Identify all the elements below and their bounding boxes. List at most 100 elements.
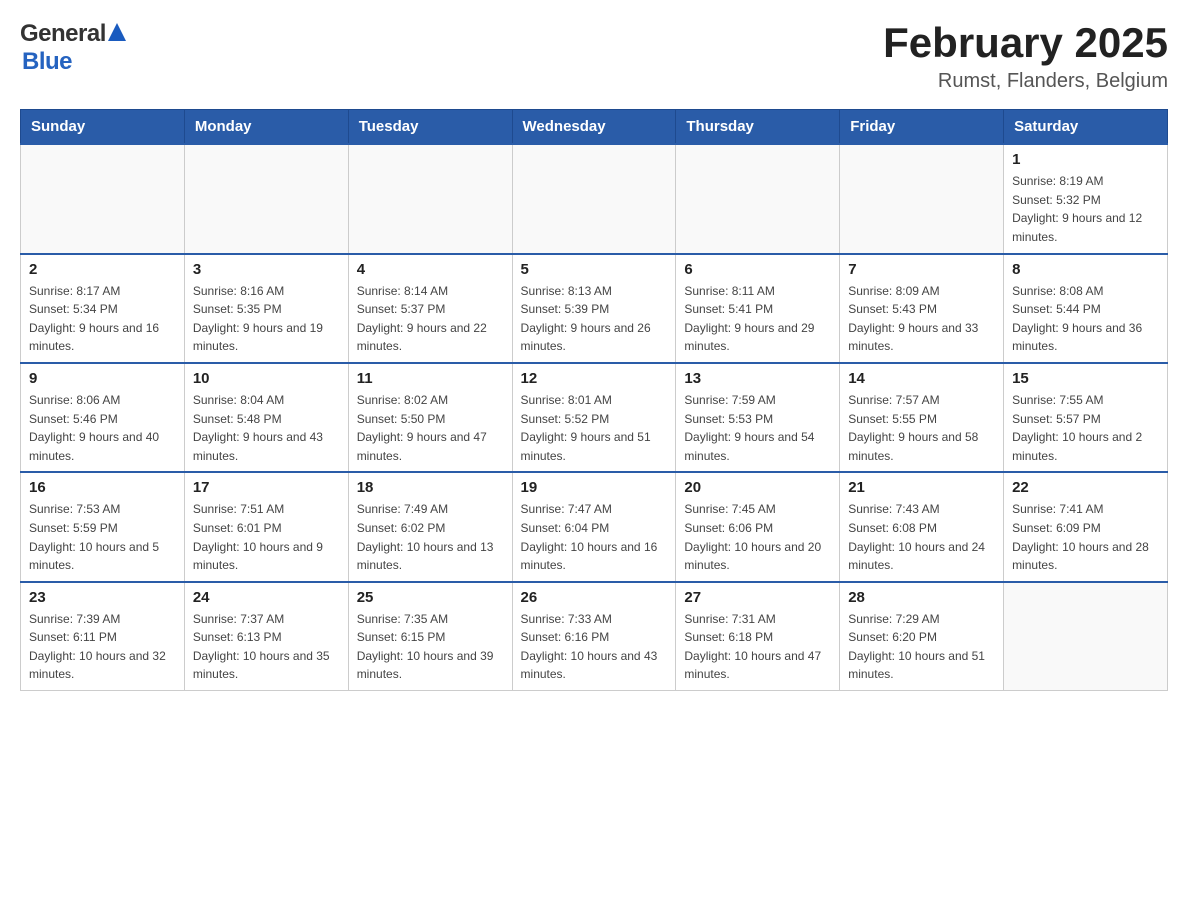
day-of-week-header: Monday [184,110,348,145]
calendar-cell: 18 Sunrise: 7:49 AMSunset: 6:02 PMDayligh… [348,472,512,581]
page-subtitle: Rumst, Flanders, Belgium [883,70,1168,93]
calendar-cell: 22 Sunrise: 7:41 AMSunset: 6:09 PMDayligh… [1004,472,1168,581]
day-number: 7 [848,261,995,278]
calendar-cell: 6 Sunrise: 8:11 AMSunset: 5:41 PMDaylight… [676,254,840,363]
calendar-cell: 15 Sunrise: 7:55 AMSunset: 5:57 PMDayligh… [1004,363,1168,472]
calendar-week-row: 23 Sunrise: 7:39 AMSunset: 6:11 PMDayligh… [21,582,1168,691]
calendar-cell [512,144,676,253]
day-number: 12 [521,370,668,387]
day-number: 11 [357,370,504,387]
day-info: Sunrise: 7:41 AMSunset: 6:09 PMDaylight:… [1012,500,1159,574]
calendar-cell: 16 Sunrise: 7:53 AMSunset: 5:59 PMDayligh… [21,472,185,581]
logo-blue-text: Blue [22,48,72,75]
day-number: 14 [848,370,995,387]
logo: General Blue [20,20,126,76]
day-info: Sunrise: 7:45 AMSunset: 6:06 PMDaylight:… [684,500,831,574]
day-number: 16 [29,479,176,496]
day-of-week-header: Sunday [21,110,185,145]
day-info: Sunrise: 8:01 AMSunset: 5:52 PMDaylight:… [521,391,668,465]
day-info: Sunrise: 7:31 AMSunset: 6:18 PMDaylight:… [684,610,831,684]
day-number: 21 [848,479,995,496]
title-area: February 2025 Rumst, Flanders, Belgium [883,20,1168,93]
day-info: Sunrise: 8:13 AMSunset: 5:39 PMDaylight:… [521,282,668,356]
calendar-cell [348,144,512,253]
day-info: Sunrise: 7:39 AMSunset: 6:11 PMDaylight:… [29,610,176,684]
day-info: Sunrise: 8:14 AMSunset: 5:37 PMDaylight:… [357,282,504,356]
day-number: 3 [193,261,340,278]
calendar-cell: 9 Sunrise: 8:06 AMSunset: 5:46 PMDaylight… [21,363,185,472]
day-number: 28 [848,589,995,606]
day-info: Sunrise: 8:09 AMSunset: 5:43 PMDaylight:… [848,282,995,356]
calendar-cell: 21 Sunrise: 7:43 AMSunset: 6:08 PMDayligh… [840,472,1004,581]
day-number: 23 [29,589,176,606]
day-number: 9 [29,370,176,387]
day-number: 24 [193,589,340,606]
calendar-table: SundayMondayTuesdayWednesdayThursdayFrid… [20,109,1168,691]
day-of-week-header: Wednesday [512,110,676,145]
calendar-cell: 24 Sunrise: 7:37 AMSunset: 6:13 PMDayligh… [184,582,348,691]
day-number: 18 [357,479,504,496]
day-info: Sunrise: 7:47 AMSunset: 6:04 PMDaylight:… [521,500,668,574]
day-info: Sunrise: 7:33 AMSunset: 6:16 PMDaylight:… [521,610,668,684]
calendar-cell: 4 Sunrise: 8:14 AMSunset: 5:37 PMDaylight… [348,254,512,363]
calendar-header: SundayMondayTuesdayWednesdayThursdayFrid… [21,110,1168,145]
day-of-week-header: Thursday [676,110,840,145]
day-info: Sunrise: 7:37 AMSunset: 6:13 PMDaylight:… [193,610,340,684]
calendar-cell: 14 Sunrise: 7:57 AMSunset: 5:55 PMDayligh… [840,363,1004,472]
calendar-cell: 13Sunrise: 7:59 AMSunset: 5:53 PMDayligh… [676,363,840,472]
day-of-week-header: Friday [840,110,1004,145]
calendar-cell: 11 Sunrise: 8:02 AMSunset: 5:50 PMDayligh… [348,363,512,472]
day-of-week-header: Tuesday [348,110,512,145]
day-number: 13 [684,370,831,387]
day-info: Sunrise: 7:43 AMSunset: 6:08 PMDaylight:… [848,500,995,574]
calendar-body: 1 Sunrise: 8:19 AMSunset: 5:32 PMDaylight… [21,144,1168,690]
day-of-week-header: Saturday [1004,110,1168,145]
day-number: 27 [684,589,831,606]
day-info: Sunrise: 8:19 AMSunset: 5:32 PMDaylight:… [1012,172,1159,246]
day-info: Sunrise: 7:35 AMSunset: 6:15 PMDaylight:… [357,610,504,684]
day-info: Sunrise: 7:49 AMSunset: 6:02 PMDaylight:… [357,500,504,574]
calendar-cell: 19Sunrise: 7:47 AMSunset: 6:04 PMDayligh… [512,472,676,581]
day-info: Sunrise: 7:29 AMSunset: 6:20 PMDaylight:… [848,610,995,684]
day-info: Sunrise: 8:06 AMSunset: 5:46 PMDaylight:… [29,391,176,465]
calendar-cell: 12 Sunrise: 8:01 AMSunset: 5:52 PMDayligh… [512,363,676,472]
page-title: February 2025 [883,20,1168,66]
day-number: 1 [1012,151,1159,168]
calendar-cell: 23 Sunrise: 7:39 AMSunset: 6:11 PMDayligh… [21,582,185,691]
day-info: Sunrise: 7:53 AMSunset: 5:59 PMDaylight:… [29,500,176,574]
day-number: 8 [1012,261,1159,278]
calendar-week-row: 9 Sunrise: 8:06 AMSunset: 5:46 PMDaylight… [21,363,1168,472]
day-number: 4 [357,261,504,278]
day-info: Sunrise: 7:51 AMSunset: 6:01 PMDaylight:… [193,500,340,574]
calendar-cell: 17 Sunrise: 7:51 AMSunset: 6:01 PMDayligh… [184,472,348,581]
calendar-week-row: 2 Sunrise: 8:17 AMSunset: 5:34 PMDaylight… [21,254,1168,363]
days-of-week-row: SundayMondayTuesdayWednesdayThursdayFrid… [21,110,1168,145]
calendar-cell: 26 Sunrise: 7:33 AMSunset: 6:16 PMDayligh… [512,582,676,691]
calendar-cell: 2 Sunrise: 8:17 AMSunset: 5:34 PMDaylight… [21,254,185,363]
calendar-week-row: 16 Sunrise: 7:53 AMSunset: 5:59 PMDayligh… [21,472,1168,581]
day-info: Sunrise: 7:55 AMSunset: 5:57 PMDaylight:… [1012,391,1159,465]
day-info: Sunrise: 7:57 AMSunset: 5:55 PMDaylight:… [848,391,995,465]
calendar-cell [21,144,185,253]
day-info: Sunrise: 8:17 AMSunset: 5:34 PMDaylight:… [29,282,176,356]
day-number: 5 [521,261,668,278]
day-number: 2 [29,261,176,278]
day-number: 10 [193,370,340,387]
calendar-cell [840,144,1004,253]
day-number: 20 [684,479,831,496]
calendar-cell: 8Sunrise: 8:08 AMSunset: 5:44 PMDaylight… [1004,254,1168,363]
calendar-cell: 7 Sunrise: 8:09 AMSunset: 5:43 PMDaylight… [840,254,1004,363]
day-number: 15 [1012,370,1159,387]
day-info: Sunrise: 8:11 AMSunset: 5:41 PMDaylight:… [684,282,831,356]
calendar-cell [1004,582,1168,691]
calendar-cell: 10Sunrise: 8:04 AMSunset: 5:48 PMDayligh… [184,363,348,472]
calendar-cell [184,144,348,253]
calendar-cell: 27 Sunrise: 7:31 AMSunset: 6:18 PMDayligh… [676,582,840,691]
day-number: 17 [193,479,340,496]
day-number: 22 [1012,479,1159,496]
day-info: Sunrise: 8:02 AMSunset: 5:50 PMDaylight:… [357,391,504,465]
calendar-cell: 1 Sunrise: 8:19 AMSunset: 5:32 PMDaylight… [1004,144,1168,253]
calendar-cell: 28 Sunrise: 7:29 AMSunset: 6:20 PMDayligh… [840,582,1004,691]
day-number: 26 [521,589,668,606]
day-number: 6 [684,261,831,278]
